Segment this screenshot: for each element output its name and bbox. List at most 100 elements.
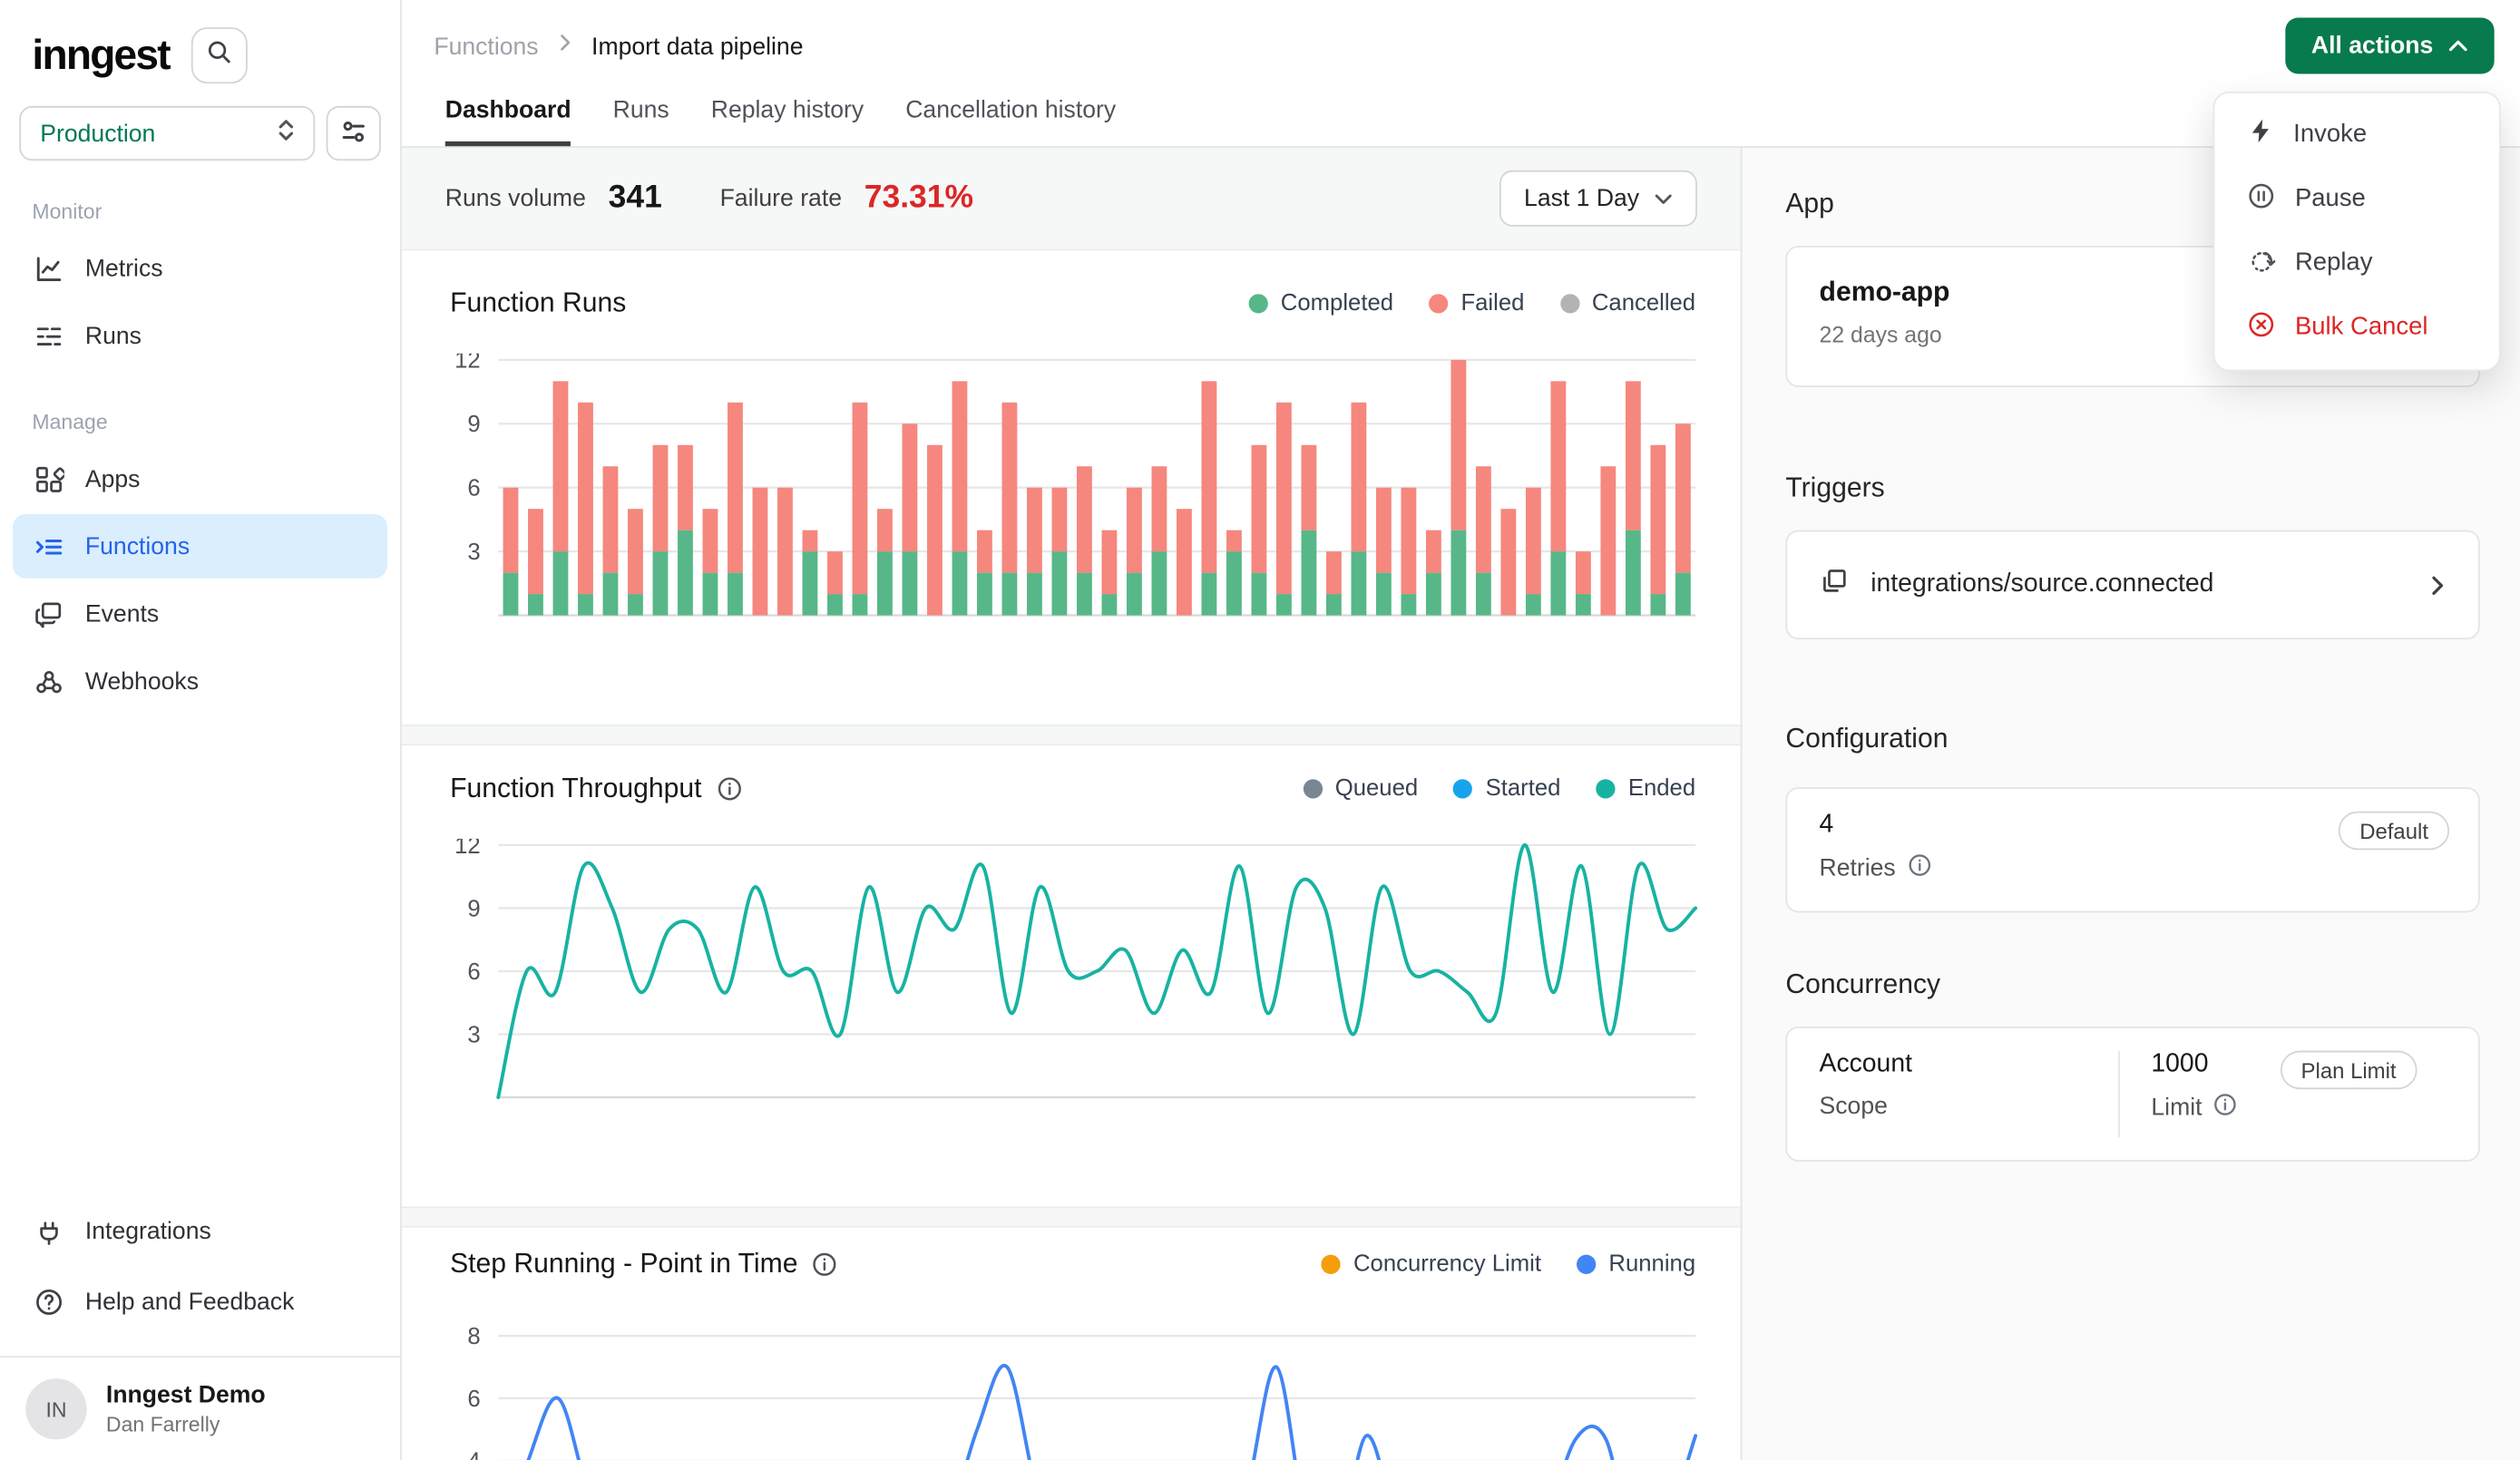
inngest-app: inngest Production xyxy=(0,0,2520,1460)
failure-rate-value: 73.31% xyxy=(864,180,973,217)
pause-circle-icon xyxy=(2247,180,2276,218)
svg-text:9: 9 xyxy=(467,412,480,437)
sidebar-item-webhooks[interactable]: Webhooks xyxy=(13,649,387,714)
svg-text:3: 3 xyxy=(467,1022,480,1047)
legend-item: Concurrency Limit xyxy=(1322,1251,1541,1277)
retries-card: 4 Retries Default xyxy=(1785,787,2479,912)
svg-text:12: 12 xyxy=(454,839,481,859)
function-throughput-panel: Function Throughput Queued Started Ended 1… xyxy=(402,744,1741,1208)
runs-icon xyxy=(32,320,63,352)
retries-cell: 4 Retries xyxy=(1820,812,1931,911)
retries-label-row: Retries xyxy=(1820,853,1931,884)
all-actions-label: All actions xyxy=(2311,32,2433,59)
all-actions-menu: Invoke Pause Replay xyxy=(2213,92,2501,371)
time-range-select[interactable]: Last 1 Day xyxy=(1499,170,1696,227)
sidebar-item-label: Functions xyxy=(85,532,190,560)
scope-cell: Account Scope xyxy=(1820,1051,2119,1138)
function-throughput-title: Function Throughput xyxy=(450,773,701,804)
limit-cell: 1000 Limit Plan Limit xyxy=(2151,1051,2449,1138)
sidebar-item-apps[interactable]: Apps xyxy=(13,447,387,511)
nav-section-monitor: Monitor xyxy=(0,200,400,224)
function-throughput-header: Function Throughput Queued Started Ended xyxy=(402,771,1741,806)
retries-label: Retries xyxy=(1820,855,1896,882)
events-icon xyxy=(32,598,63,629)
menu-item-replay[interactable]: Replay xyxy=(2214,231,2499,296)
sidebar-item-help[interactable]: Help and Feedback xyxy=(13,1270,387,1334)
tab-dashboard[interactable]: Dashboard xyxy=(445,96,571,146)
breadcrumb-functions[interactable]: Functions xyxy=(434,33,538,60)
environment-select[interactable]: Production xyxy=(19,106,315,161)
legend-label: Failed xyxy=(1460,291,1524,316)
tab-cancellation-history[interactable]: Cancellation history xyxy=(905,96,1116,146)
step-running-panel: Step Running - Point in Time Concurrency… xyxy=(402,1226,1741,1460)
svg-text:4: 4 xyxy=(467,1449,480,1460)
menu-item-invoke[interactable]: Invoke xyxy=(2214,102,2499,167)
environment-filter-button[interactable] xyxy=(327,106,381,161)
sidebar: inngest Production xyxy=(0,0,402,1460)
step-running-title: Step Running - Point in Time xyxy=(450,1249,797,1280)
sidebar-item-metrics[interactable]: Metrics xyxy=(13,236,387,300)
trigger-row[interactable]: integrations/source.connected xyxy=(1785,530,2479,639)
menu-item-label: Bulk Cancel xyxy=(2295,313,2428,342)
menu-item-pause[interactable]: Pause xyxy=(2214,167,2499,231)
sidebar-nav: Monitor Metrics Runs xyxy=(0,200,400,716)
step-running-chart: 864 xyxy=(402,1299,1741,1460)
tab-replay-history[interactable]: Replay history xyxy=(711,96,864,146)
user-profile[interactable]: IN Inngest Demo Dan Farrelly xyxy=(0,1358,400,1460)
legend-dot xyxy=(1596,779,1615,798)
menu-item-label: Replay xyxy=(2295,249,2372,278)
limit-label: Limit xyxy=(2151,1095,2202,1122)
info-icon[interactable] xyxy=(1907,853,1931,884)
user-name: Inngest Demo xyxy=(106,1382,266,1409)
svg-text:12: 12 xyxy=(454,354,481,374)
sidebar-item-label: Help and Feedback xyxy=(85,1288,294,1315)
tab-runs[interactable]: Runs xyxy=(613,96,669,146)
apps-icon xyxy=(32,462,63,494)
runs-volume-stat: Runs volume 341 xyxy=(445,180,662,217)
sidebar-item-events[interactable]: Events xyxy=(13,581,387,646)
nav-section-manage: Manage xyxy=(0,410,400,434)
logo-row: inngest xyxy=(0,0,400,83)
functions-icon xyxy=(32,530,63,562)
configuration-heading: Configuration xyxy=(1785,723,2479,754)
legend-label: Started xyxy=(1486,776,1561,802)
main-area: Functions Import data pipeline Dashboard… xyxy=(402,0,2520,1460)
body-row: Runs volume 341 Failure rate 73.31% Last… xyxy=(402,148,2520,1460)
legend-label: Queued xyxy=(1335,776,1418,802)
environment-label: Production xyxy=(40,120,155,147)
svg-text:8: 8 xyxy=(467,1324,480,1349)
all-actions-button[interactable]: All actions xyxy=(2286,17,2495,73)
concurrency-heading: Concurrency xyxy=(1785,968,2479,1000)
info-icon[interactable] xyxy=(2213,1093,2238,1124)
metrics-icon xyxy=(32,252,63,284)
legend-item: Started xyxy=(1453,776,1560,802)
menu-item-bulk-cancel[interactable]: Bulk Cancel xyxy=(2214,296,2499,360)
trigger-event-name: integrations/source.connected xyxy=(1870,570,2213,599)
replay-icon xyxy=(2247,245,2276,282)
user-info: Inngest Demo Dan Farrelly xyxy=(106,1382,266,1436)
scope-value: Account xyxy=(1820,1051,2118,1080)
event-icon xyxy=(1820,566,1851,605)
legend-dot xyxy=(1453,779,1472,798)
chevron-up-down-icon xyxy=(275,116,298,150)
info-icon[interactable] xyxy=(812,1251,837,1277)
chevron-up-icon xyxy=(2447,32,2468,59)
sidebar-item-runs[interactable]: Runs xyxy=(13,304,387,368)
user-org: Dan Farrelly xyxy=(106,1412,266,1436)
legend-item: Completed xyxy=(1248,291,1393,316)
sidebar-item-integrations[interactable]: Integrations xyxy=(13,1199,387,1263)
sidebar-item-label: Events xyxy=(85,600,159,628)
triggers-heading: Triggers xyxy=(1785,472,2479,504)
search-button[interactable] xyxy=(192,26,249,83)
sidebar-item-label: Apps xyxy=(85,465,141,492)
inngest-logo: inngest xyxy=(32,30,169,80)
info-icon[interactable] xyxy=(716,776,741,802)
help-icon xyxy=(32,1285,63,1317)
menu-item-label: Pause xyxy=(2295,185,2366,214)
sidebar-item-functions[interactable]: Functions xyxy=(13,514,387,579)
retries-value: 4 xyxy=(1820,812,1931,841)
svg-text:3: 3 xyxy=(467,540,480,565)
legend-item: Running xyxy=(1577,1251,1695,1277)
legend-label: Ended xyxy=(1628,776,1695,802)
step-running-legend: Concurrency Limit Running xyxy=(1322,1251,1696,1277)
